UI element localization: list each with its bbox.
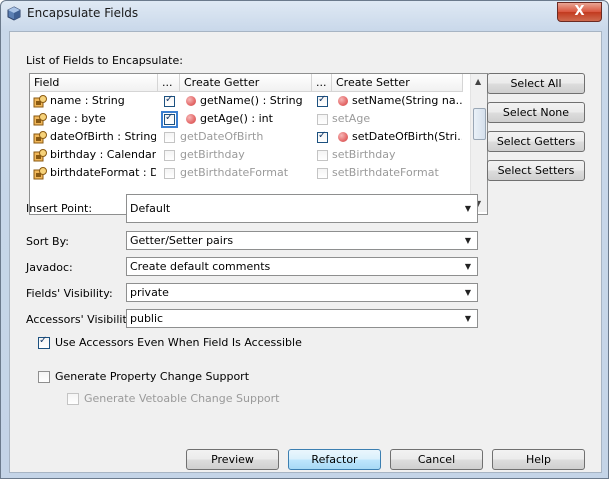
accessors-visibility-select[interactable]: public ▼ [126, 309, 478, 328]
getter-name[interactable]: getName() : String [200, 92, 310, 110]
table-row[interactable]: dateOfBirth : String getDateOfBirth setD… [30, 128, 463, 146]
help-button[interactable]: Help [492, 449, 585, 470]
column-header-getter[interactable]: Create Getter [180, 74, 312, 91]
refactor-button[interactable]: Refactor [288, 449, 381, 470]
vetoable-change-checkbox [67, 393, 79, 405]
setter-name[interactable]: setBirthday [332, 146, 462, 164]
getter-checkbox[interactable] [164, 94, 175, 107]
method-icon [186, 114, 196, 124]
getter-name[interactable]: getDateOfBirth [180, 128, 310, 146]
field-lock-icon [33, 149, 47, 162]
setter-name[interactable]: setAge [332, 110, 462, 128]
fields-visibility-value: private [130, 286, 169, 299]
select-none-button[interactable]: Select None [487, 102, 585, 123]
use-accessors-checkbox[interactable] [38, 335, 50, 349]
setter-checkbox[interactable] [317, 130, 328, 143]
field-name: birthdateFormat : D... [50, 166, 156, 179]
setter-name[interactable]: setName(String na... [352, 92, 462, 110]
scroll-up-arrow-icon[interactable]: ▲ [475, 77, 481, 86]
getter-checkbox[interactable] [164, 132, 175, 143]
table-row[interactable]: name : String getName() : String setName… [30, 92, 463, 110]
dropdown-arrow-icon: ▼ [464, 204, 471, 213]
property-change-checkbox[interactable] [38, 371, 50, 383]
getter-name[interactable]: getBirthday [180, 146, 310, 164]
close-button[interactable]: X [557, 2, 602, 22]
dialog-content: List of Fields to Encapsulate: Field ...… [9, 31, 602, 473]
column-header-setter[interactable]: Create Setter [332, 74, 463, 91]
method-icon [186, 96, 196, 106]
table-scrollbar[interactable]: ▲ ▼ [470, 74, 487, 212]
preview-button[interactable]: Preview [186, 449, 279, 470]
accessors-visibility-label: Accessors' Visibility: [26, 313, 137, 326]
field-lock-icon [33, 95, 47, 108]
dialog-window: Encapsulate Fields X List of Fields to E… [0, 0, 609, 479]
getter-checkbox[interactable] [164, 150, 175, 161]
sort-by-label: Sort By: [26, 235, 70, 248]
property-change-label[interactable]: Generate Property Change Support [55, 370, 249, 383]
setter-name[interactable]: setBirthdateFormat [332, 164, 462, 182]
setter-checkbox[interactable] [317, 168, 328, 179]
javadoc-select[interactable]: Create default comments ▼ [126, 257, 478, 276]
dropdown-arrow-icon: ▼ [464, 288, 471, 297]
setter-checkbox[interactable] [317, 150, 328, 161]
field-lock-icon [33, 113, 47, 126]
fields-visibility-select[interactable]: private ▼ [126, 283, 478, 302]
dropdown-arrow-icon: ▼ [464, 262, 471, 271]
table-row[interactable]: birthdateFormat : D... getBirthdateForma… [30, 164, 463, 182]
sort-by-select[interactable]: Getter/Setter pairs ▼ [126, 231, 478, 250]
select-all-button[interactable]: Select All [487, 73, 585, 94]
field-lock-icon [33, 131, 47, 144]
fields-visibility-label: Fields' Visibility: [26, 287, 113, 300]
scroll-thumb[interactable] [473, 108, 486, 140]
field-name: dateOfBirth : String [50, 130, 156, 143]
use-accessors-label[interactable]: Use Accessors Even When Field Is Accessi… [55, 336, 302, 349]
vetoable-change-label: Generate Vetoable Change Support [84, 392, 280, 405]
column-header-getter-toggle[interactable]: ... [158, 74, 180, 91]
insert-point-value: Default [130, 202, 171, 215]
method-icon [338, 132, 348, 142]
getter-checkbox[interactable] [161, 111, 178, 128]
field-lock-icon [33, 167, 47, 180]
dropdown-arrow-icon: ▼ [464, 236, 471, 245]
setter-checkbox[interactable] [317, 94, 328, 107]
field-name: name : String [50, 94, 125, 107]
getter-name[interactable]: getBirthdateFormat [180, 164, 310, 182]
dialog-title: Encapsulate Fields [27, 6, 139, 20]
getter-checkbox[interactable] [164, 168, 175, 179]
dropdown-arrow-icon: ▼ [464, 314, 471, 323]
javadoc-value: Create default comments [130, 260, 271, 273]
column-header-field[interactable]: Field [30, 74, 158, 91]
field-name: age : byte [50, 112, 106, 125]
table-row[interactable]: age : byte getAge() : int setAge [30, 110, 463, 128]
table-header: Field ... Create Getter ... Create Sette… [30, 74, 463, 92]
setter-name[interactable]: setDateOfBirth(Stri... [352, 128, 462, 146]
field-name: birthday : Calendar [50, 148, 156, 161]
fields-list-label: List of Fields to Encapsulate: [26, 54, 183, 67]
javadoc-label: Javadoc: [26, 261, 73, 274]
select-setters-button[interactable]: Select Setters [487, 160, 585, 181]
title-bar[interactable]: Encapsulate Fields X [1, 1, 608, 27]
method-icon [338, 96, 348, 106]
insert-point-select[interactable]: Default ▼ [126, 194, 478, 223]
getter-name[interactable]: getAge() : int [200, 110, 310, 128]
table-row[interactable]: birthday : Calendar getBirthday setBirth… [30, 146, 463, 164]
app-cube-icon [7, 6, 21, 21]
accessors-visibility-value: public [130, 312, 164, 325]
sort-by-value: Getter/Setter pairs [130, 234, 234, 247]
insert-point-label: Insert Point: [26, 202, 93, 215]
setter-checkbox[interactable] [317, 114, 328, 125]
column-header-setter-toggle[interactable]: ... [312, 74, 332, 91]
cancel-button[interactable]: Cancel [390, 449, 483, 470]
select-getters-button[interactable]: Select Getters [487, 131, 585, 152]
